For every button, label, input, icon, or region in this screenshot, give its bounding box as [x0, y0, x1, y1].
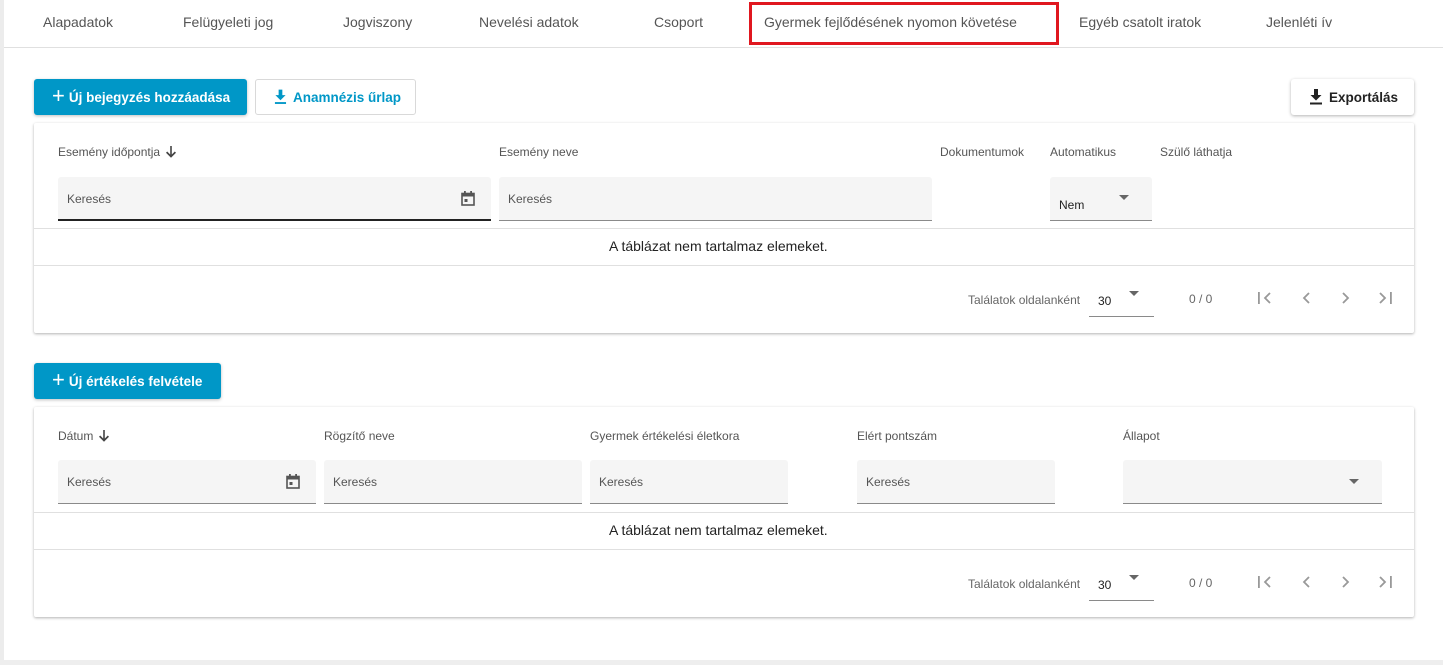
- event-name-filter[interactable]: Keresés: [499, 177, 932, 221]
- column-header-recorder[interactable]: Rögzítő neve: [324, 429, 395, 443]
- column-header-automatic[interactable]: Automatikus: [1050, 145, 1116, 159]
- download-icon: [1310, 89, 1322, 105]
- column-label: Esemény időpontja: [58, 145, 161, 159]
- chevron-down-icon: [1119, 195, 1129, 200]
- page-size-label: Találatok oldalanként: [968, 577, 1081, 591]
- export-button[interactable]: Exportálás: [1291, 79, 1414, 115]
- first-page-icon[interactable]: [1254, 287, 1276, 309]
- chevron-down-icon: [1349, 479, 1359, 484]
- recorder-filter[interactable]: Keresés: [324, 460, 582, 504]
- tab-egyeb-csatolt-iratok[interactable]: Egyéb csatolt iratok: [1079, 0, 1201, 46]
- page-size-select[interactable]: 30: [1089, 273, 1154, 317]
- column-header-date[interactable]: Dátum: [58, 429, 110, 443]
- anamnesis-form-button[interactable]: Anamnézis űrlap: [255, 79, 416, 115]
- automatic-select-value: Nem: [1059, 198, 1085, 212]
- last-page-icon[interactable]: [1374, 287, 1396, 309]
- anamnesis-form-label: Anamnézis űrlap: [292, 89, 401, 105]
- page-size-value: 30: [1098, 578, 1112, 592]
- tab-jelenleti-iv[interactable]: Jelenléti ív: [1266, 0, 1332, 46]
- page-range: 0 / 0: [1189, 292, 1213, 306]
- tab-csoport[interactable]: Csoport: [654, 0, 703, 46]
- status-select[interactable]: [1123, 460, 1382, 504]
- events-table: Esemény időpontja Esemény neve Dokumentu…: [34, 123, 1414, 333]
- calendar-icon[interactable]: [286, 474, 300, 489]
- page-size-select[interactable]: 30: [1089, 557, 1154, 601]
- date-filter-placeholder: Keresés: [67, 475, 112, 489]
- empty-table-message: A táblázat nem tartalmaz elemeket.: [609, 522, 828, 538]
- bottom-edge: [0, 660, 1443, 665]
- previous-page-icon[interactable]: [1295, 571, 1317, 593]
- plus-icon: +: [52, 83, 65, 108]
- divider: [34, 265, 1414, 266]
- first-page-icon[interactable]: [1254, 571, 1276, 593]
- next-page-icon[interactable]: [1335, 571, 1357, 593]
- add-entry-button[interactable]: + Új bejegyzés hozzáadása: [34, 79, 247, 115]
- previous-page-icon[interactable]: [1295, 287, 1317, 309]
- column-label: Dátum: [58, 429, 94, 443]
- tab-jogviszony[interactable]: Jogviszony: [343, 0, 412, 46]
- arrow-down-icon: [166, 146, 177, 158]
- plus-icon: +: [52, 367, 65, 392]
- divider: [34, 549, 1414, 550]
- event-name-filter-placeholder: Keresés: [508, 192, 553, 206]
- divider: [34, 512, 1414, 513]
- tab-felugyeleti-jog[interactable]: Felügyeleti jog: [183, 0, 273, 46]
- score-filter-placeholder: Keresés: [866, 475, 911, 489]
- score-filter[interactable]: Keresés: [857, 460, 1055, 504]
- child-age-filter[interactable]: Keresés: [590, 460, 788, 504]
- column-header-parent-visible[interactable]: Szülő láthatja: [1160, 145, 1232, 159]
- child-age-filter-placeholder: Keresés: [599, 475, 644, 489]
- left-edge: [0, 0, 4, 665]
- column-header-documents: Dokumentumok: [940, 145, 1025, 159]
- calendar-icon[interactable]: [461, 191, 475, 206]
- page-range: 0 / 0: [1189, 576, 1213, 590]
- arrow-down-icon: [99, 430, 110, 442]
- tab-nevelesi-adatok[interactable]: Nevelési adatok: [479, 0, 579, 46]
- next-page-icon[interactable]: [1335, 287, 1357, 309]
- date-filter[interactable]: Keresés: [58, 460, 316, 504]
- download-icon: [274, 89, 287, 104]
- column-header-child-age[interactable]: Gyermek értékelési életkora: [590, 429, 739, 443]
- export-label: Exportálás: [1329, 89, 1399, 105]
- column-header-status[interactable]: Állapot: [1123, 429, 1160, 443]
- page-size-value: 30: [1098, 294, 1112, 308]
- chevron-down-icon: [1129, 575, 1139, 580]
- tab-gyermek-fejlodes[interactable]: Gyermek fejlődésének nyomon követése: [764, 0, 1017, 46]
- tab-bar: Alapadatok Felügyeleti jog Jogviszony Ne…: [4, 0, 1443, 48]
- chevron-down-icon: [1129, 291, 1139, 296]
- column-header-event-name[interactable]: Esemény neve: [499, 145, 578, 159]
- tab-alapadatok[interactable]: Alapadatok: [43, 0, 113, 46]
- last-page-icon[interactable]: [1374, 571, 1396, 593]
- evaluations-table: Dátum Rögzítő neve Gyermek értékelési él…: [34, 407, 1414, 617]
- event-time-filter-placeholder: Keresés: [67, 192, 112, 206]
- column-header-event-time[interactable]: Esemény időpontja: [58, 145, 177, 159]
- page: Alapadatok Felügyeleti jog Jogviszony Ne…: [0, 0, 1443, 665]
- page-size-label: Találatok oldalanként: [968, 293, 1081, 307]
- add-evaluation-label: Új értékelés felvétele: [68, 373, 203, 389]
- recorder-filter-placeholder: Keresés: [333, 475, 378, 489]
- add-evaluation-button[interactable]: + Új értékelés felvétele: [34, 363, 221, 399]
- automatic-select[interactable]: Nem: [1050, 177, 1152, 221]
- add-entry-label: Új bejegyzés hozzáadása: [68, 89, 231, 105]
- empty-table-message: A táblázat nem tartalmaz elemeket.: [609, 238, 828, 254]
- column-header-score[interactable]: Elért pontszám: [857, 429, 937, 443]
- event-time-filter[interactable]: Keresés: [58, 177, 491, 221]
- divider: [34, 228, 1414, 229]
